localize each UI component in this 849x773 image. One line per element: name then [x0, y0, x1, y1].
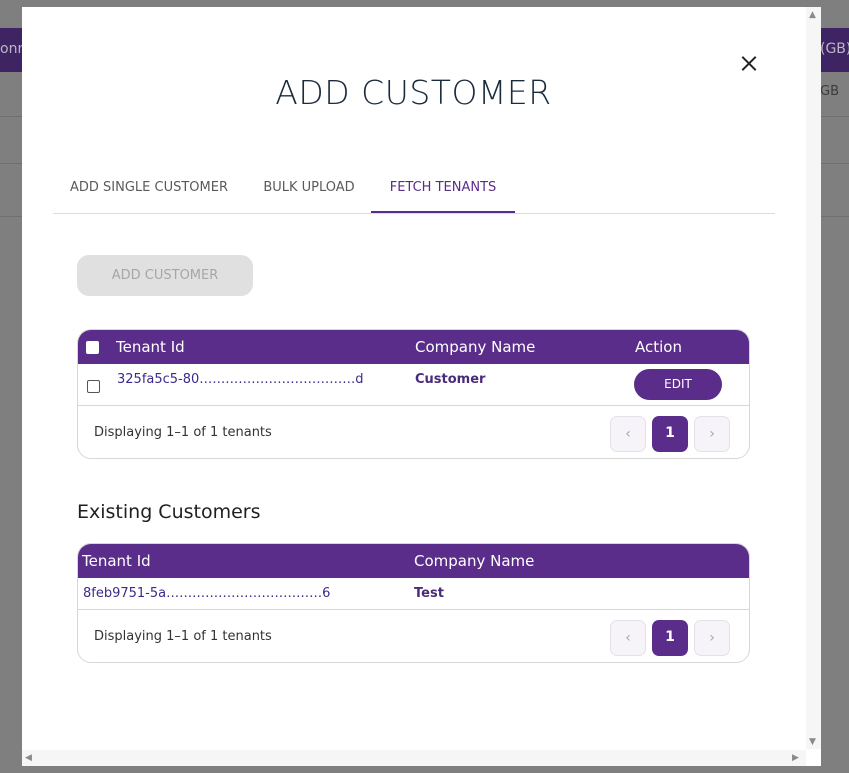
vertical-scrollbar[interactable]: ▲ ▼: [806, 7, 821, 749]
tenant-id-cell: 325fa5c5-80………………………………d: [117, 372, 364, 387]
background-divider: [0, 116, 22, 117]
select-all-checkbox[interactable]: [86, 341, 99, 354]
background-divider: [821, 216, 849, 217]
table-row: 8feb9751-5a………………………………6 Test: [78, 578, 749, 610]
tenants-table-header: Tenant Id Company Name Action: [78, 330, 749, 364]
header-action: Action: [635, 338, 682, 356]
background-divider: [0, 163, 22, 164]
header-company-name: Company Name: [415, 338, 536, 356]
tab-add-single-customer[interactable]: ADD SINGLE CUSTOMER: [53, 166, 245, 213]
next-page-button[interactable]: ›: [694, 620, 730, 656]
existing-customers-table: Tenant Id Company Name 8feb9751-5a…………………: [77, 543, 750, 663]
edit-button[interactable]: EDIT: [634, 369, 722, 400]
scroll-up-icon[interactable]: ▲: [809, 10, 816, 20]
header-tenant-id: Tenant Id: [116, 338, 185, 356]
background-left-fragment: onn: [0, 41, 22, 57]
prev-page-button[interactable]: ‹: [610, 416, 646, 452]
prev-page-button[interactable]: ‹: [610, 620, 646, 656]
company-name-cell: Test: [414, 586, 444, 601]
table-row: 325fa5c5-80………………………………d Customer EDIT: [78, 364, 749, 406]
page-1-button[interactable]: 1: [652, 416, 688, 452]
tab-fetch-tenants[interactable]: FETCH TENANTS: [371, 166, 515, 213]
row-checkbox[interactable]: [87, 380, 100, 393]
background-divider: [821, 116, 849, 117]
displaying-count: Displaying 1–1 of 1 tenants: [94, 425, 272, 440]
company-name-cell: Customer: [415, 372, 486, 387]
background-divider: [0, 216, 22, 217]
displaying-count: Displaying 1–1 of 1 tenants: [94, 629, 272, 644]
background-divider: [821, 163, 849, 164]
scroll-down-icon[interactable]: ▼: [809, 737, 816, 747]
add-customer-modal: ADD CUSTOMER ADD SINGLE CUSTOMER BULK UP…: [22, 7, 821, 766]
table-footer: Displaying 1–1 of 1 tenants ‹ 1 ›: [78, 406, 749, 458]
header-tenant-id: Tenant Id: [82, 552, 151, 570]
horizontal-scrollbar[interactable]: ◀ ▶: [22, 750, 806, 766]
modal-tabs: ADD SINGLE CUSTOMER BULK UPLOAD FETCH TE…: [53, 166, 775, 214]
tab-bulk-upload[interactable]: BULK UPLOAD: [251, 166, 367, 213]
page-1-button[interactable]: 1: [652, 620, 688, 656]
existing-table-header: Tenant Id Company Name: [78, 544, 749, 578]
table-footer: Displaying 1–1 of 1 tenants ‹ 1 ›: [78, 610, 749, 662]
add-customer-button[interactable]: ADD CUSTOMER: [77, 255, 253, 296]
background-right-fragment: (GB): [820, 41, 849, 57]
background-right-fragment-2: GB: [820, 84, 839, 99]
modal-title: ADD CUSTOMER: [275, 73, 552, 112]
next-page-button[interactable]: ›: [694, 416, 730, 452]
header-company-name: Company Name: [414, 552, 535, 570]
existing-customers-title: Existing Customers: [77, 501, 261, 523]
scroll-right-icon[interactable]: ▶: [792, 753, 799, 763]
scroll-left-icon[interactable]: ◀: [25, 753, 32, 763]
tenants-table: Tenant Id Company Name Action 325fa5c5-8…: [77, 329, 750, 459]
tenant-id-cell: 8feb9751-5a………………………………6: [83, 586, 331, 601]
